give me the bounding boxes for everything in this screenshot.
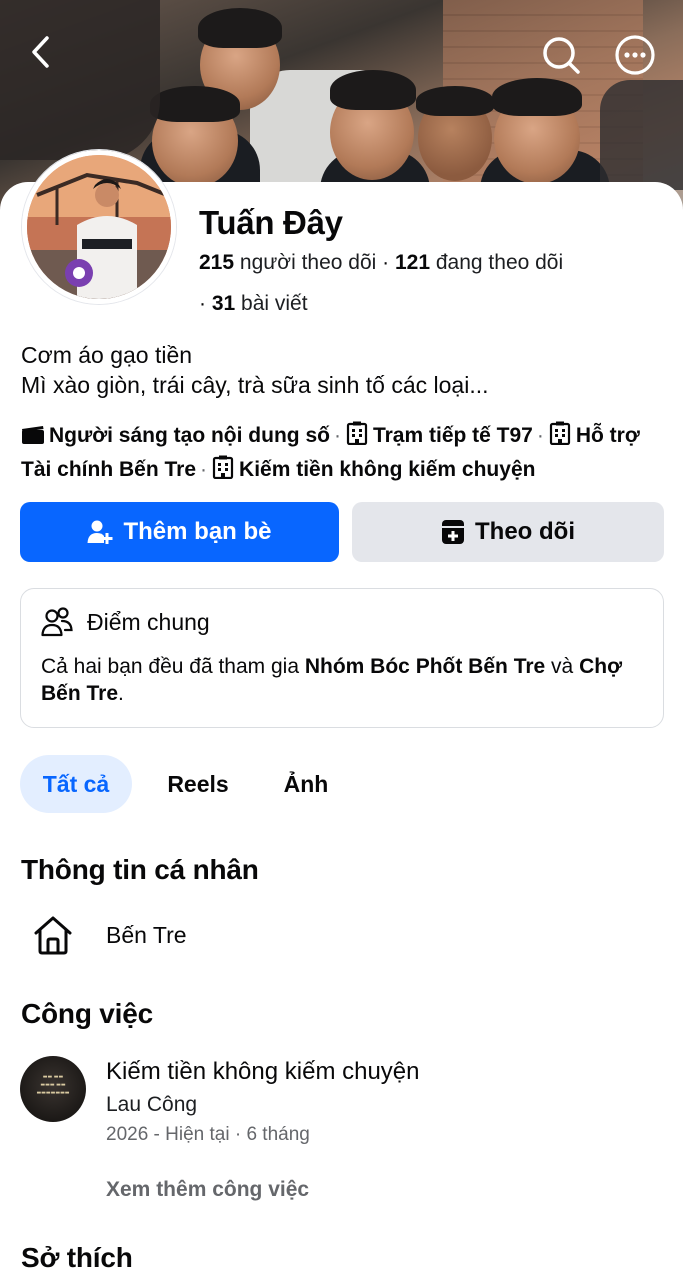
profile-name: Tuấn Đây — [199, 204, 343, 241]
building-icon — [211, 455, 235, 488]
follow-label: Theo dõi — [475, 518, 575, 545]
following-count[interactable]: 121 — [395, 251, 430, 274]
following-label[interactable]: đang theo dõi — [436, 251, 563, 274]
mutual-prefix: Cả hai bạn đều đã tham gia — [41, 655, 305, 678]
avatar-photo — [27, 155, 171, 299]
cover-motorbike — [600, 80, 683, 190]
cover-person-left — [0, 0, 160, 160]
follow-icon — [441, 519, 465, 545]
more-options-button[interactable] — [612, 32, 658, 78]
clapperboard-icon — [21, 423, 45, 454]
mutual-mid: và — [545, 655, 580, 678]
workplace-avatar-art: ▬▬▬ ▬▬ — [40, 1082, 66, 1088]
bio-line: Mì xào giòn, trái cây, trà sữa sinh tố c… — [21, 372, 489, 398]
add-friend-button[interactable]: Thêm bạn bè — [20, 502, 339, 562]
chevron-left-icon — [32, 36, 49, 68]
see-more-work-link[interactable]: Xem thêm công việc — [106, 1178, 309, 1202]
tag-workplace[interactable]: Kiếm tiền không kiếm chuyện — [239, 458, 535, 481]
people-icon — [41, 607, 73, 637]
workplace-avatar-art: ▬▬▬▬▬▬▬ — [36, 1090, 70, 1096]
tag-separator: · — [536, 424, 544, 447]
tab-reels[interactable]: Reels — [150, 755, 246, 813]
followers-count[interactable]: 215 — [199, 251, 234, 274]
post-stats: · 31 bài viết — [199, 292, 308, 316]
stats-separator: · — [382, 251, 395, 274]
tag-workplace[interactable]: Trạm tiếp tế T97 — [373, 424, 533, 447]
hobbies-heading: Sở thích — [21, 1242, 133, 1273]
workplace-name[interactable]: Kiếm tiền không kiếm chuyện — [106, 1058, 420, 1086]
profile-avatar[interactable] — [22, 150, 176, 304]
tag-separator: · — [200, 458, 208, 481]
mutual-group-link[interactable]: Nhóm Bóc Phốt Bến Tre — [305, 655, 545, 678]
cover-hair — [492, 78, 582, 116]
bio-line: Cơm áo gạo tiền — [21, 342, 193, 368]
more-dots-icon — [615, 35, 655, 75]
home-icon — [30, 912, 76, 958]
work-heading: Công việc — [21, 998, 154, 1029]
workplace-avatar-art: ▬▬ ▬▬ — [42, 1074, 64, 1080]
follow-stats: 215 người theo dõi · 121 đang theo dõi — [199, 251, 563, 275]
mutual-title: Điểm chung — [87, 608, 210, 635]
cover-hair — [416, 86, 494, 116]
mutual-header: Điểm chung — [41, 607, 210, 637]
add-friend-label: Thêm bạn bè — [123, 518, 272, 545]
building-icon — [548, 421, 572, 454]
hometown-text[interactable]: Bến Tre — [106, 922, 187, 949]
back-button[interactable] — [20, 30, 60, 74]
mutual-card[interactable]: Điểm chung Cả hai bạn đều đã tham gia Nh… — [20, 588, 664, 728]
tab-photos[interactable]: Ảnh — [266, 755, 346, 813]
cover-hair — [150, 86, 240, 122]
tag-separator: · — [333, 424, 341, 447]
followers-label[interactable]: người theo dõi — [240, 251, 376, 274]
follow-button[interactable]: Theo dõi — [352, 502, 664, 562]
profile-tags: Người sáng tạo nội dung số · Trạm tiếp tế … — [21, 420, 661, 488]
tag-creator[interactable]: Người sáng tạo nội dung số — [49, 424, 330, 447]
search-button[interactable] — [538, 32, 584, 78]
building-icon — [345, 421, 369, 454]
profile-bio: Cơm áo gạo tiền Mì xào giòn, trái cây, t… — [21, 340, 489, 400]
tab-all[interactable]: Tất cả — [20, 755, 132, 813]
search-icon — [543, 37, 580, 74]
cover-hair — [198, 8, 282, 48]
cover-hair — [330, 70, 416, 110]
personal-info-heading: Thông tin cá nhân — [21, 854, 259, 885]
posts-label[interactable]: bài viết — [241, 292, 308, 315]
job-role: Lau Công — [106, 1093, 198, 1116]
workplace-avatar[interactable]: ▬▬ ▬▬ ▬▬▬ ▬▬ ▬▬▬▬▬▬▬ — [20, 1056, 86, 1122]
stats-separator: · — [199, 292, 212, 315]
mutual-text: Cả hai bạn đều đã tham gia Nhóm Bóc Phốt… — [41, 653, 641, 707]
mutual-suffix: . — [118, 682, 124, 705]
add-person-icon — [87, 519, 113, 545]
job-period: 2026 - Hiện tại · 6 tháng — [106, 1124, 310, 1145]
posts-count[interactable]: 31 — [212, 292, 235, 315]
